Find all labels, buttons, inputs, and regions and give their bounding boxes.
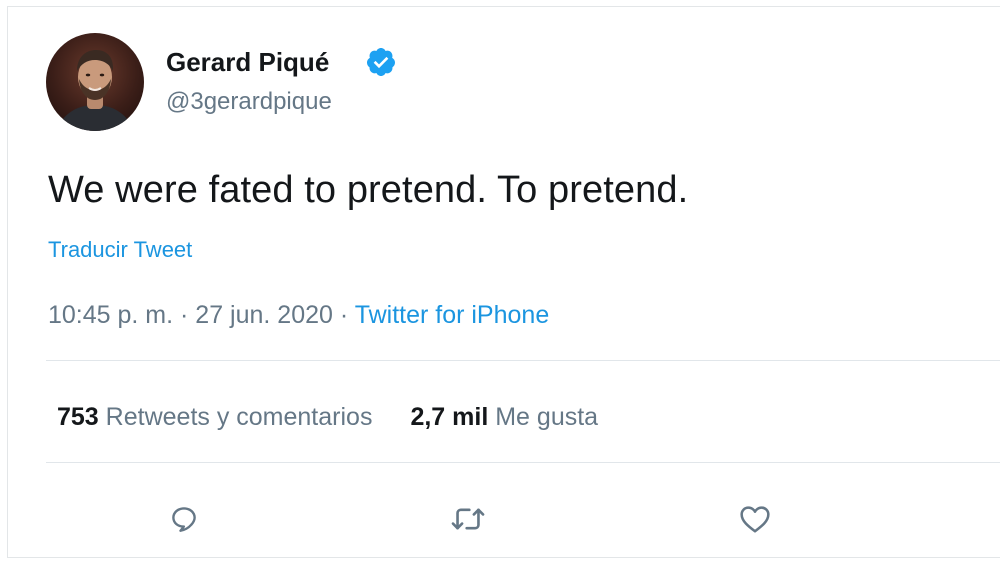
tweet-metadata: 10:45 p. m. · 27 jun. 2020 · Twitter for… — [48, 301, 549, 330]
tweet-source-link[interactable]: Twitter for iPhone — [355, 301, 550, 329]
profile-avatar[interactable] — [46, 33, 144, 131]
divider-top — [46, 360, 1000, 361]
retweets-count: 753 — [57, 403, 99, 431]
speech-bubble-icon — [172, 507, 196, 532]
divider-bottom — [46, 462, 1000, 463]
user-handle[interactable]: @3gerardpique — [166, 88, 332, 116]
likes-label: Me gusta — [495, 403, 599, 431]
meta-separator: · — [173, 301, 196, 329]
retweet-button[interactable] — [446, 497, 490, 541]
avatar-portrait-icon — [56, 50, 134, 131]
like-button[interactable] — [733, 497, 777, 541]
tweet-time[interactable]: 10:45 p. m. — [48, 301, 173, 329]
heart-icon — [740, 506, 770, 533]
tweet-card: Gerard Piqué @3gerardpique We were fated… — [7, 6, 1000, 558]
display-name[interactable]: Gerard Piqué — [166, 47, 329, 78]
verified-badge-icon — [366, 48, 395, 76]
likes-stat[interactable]: 2,7 mil Me gusta — [410, 403, 598, 432]
engagement-stats: 753 Retweets y comentarios 2,7 mil Me gus… — [57, 403, 598, 432]
retweets-stat[interactable]: 753 Retweets y comentarios — [57, 403, 372, 432]
likes-count: 2,7 mil — [410, 403, 489, 431]
reply-button[interactable] — [162, 497, 206, 541]
retweets-label: Retweets y comentarios — [105, 403, 373, 431]
translate-tweet-link[interactable]: Traducir Tweet — [48, 237, 192, 263]
tweet-text: We were fated to pretend. To pretend. — [48, 169, 689, 211]
meta-separator: · — [332, 301, 355, 329]
tweet-date[interactable]: 27 jun. 2020 — [195, 301, 333, 329]
retweet-arrows-icon — [451, 508, 485, 530]
